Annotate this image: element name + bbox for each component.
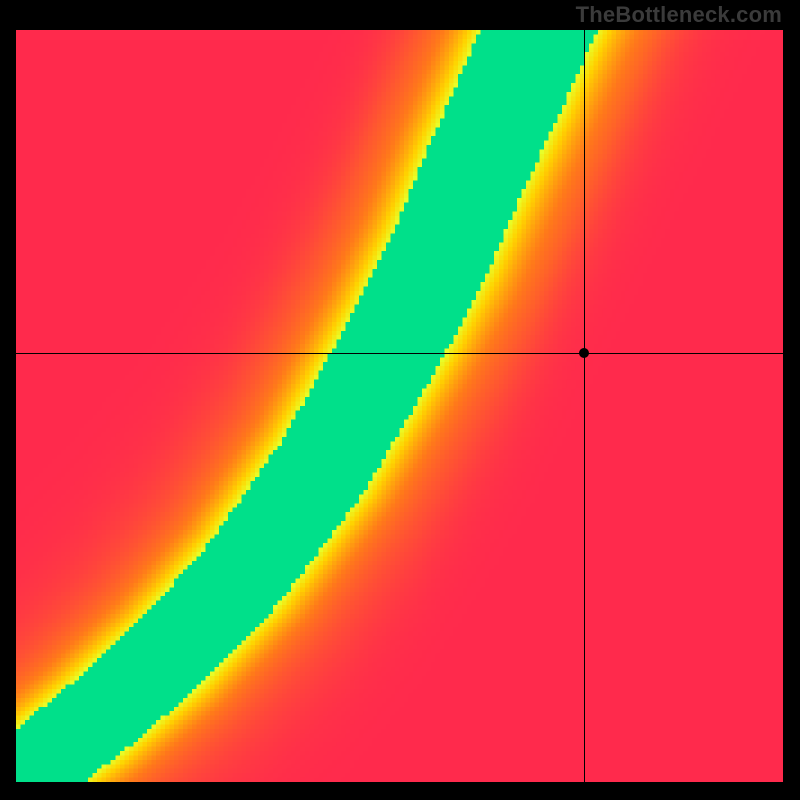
plot-area	[16, 30, 783, 782]
heatmap-canvas	[16, 30, 783, 782]
crosshair-vertical	[584, 30, 585, 782]
crosshair-marker	[579, 348, 589, 358]
watermark-text: TheBottleneck.com	[576, 2, 782, 28]
chart-frame: TheBottleneck.com	[0, 0, 800, 800]
crosshair-horizontal	[16, 353, 783, 354]
